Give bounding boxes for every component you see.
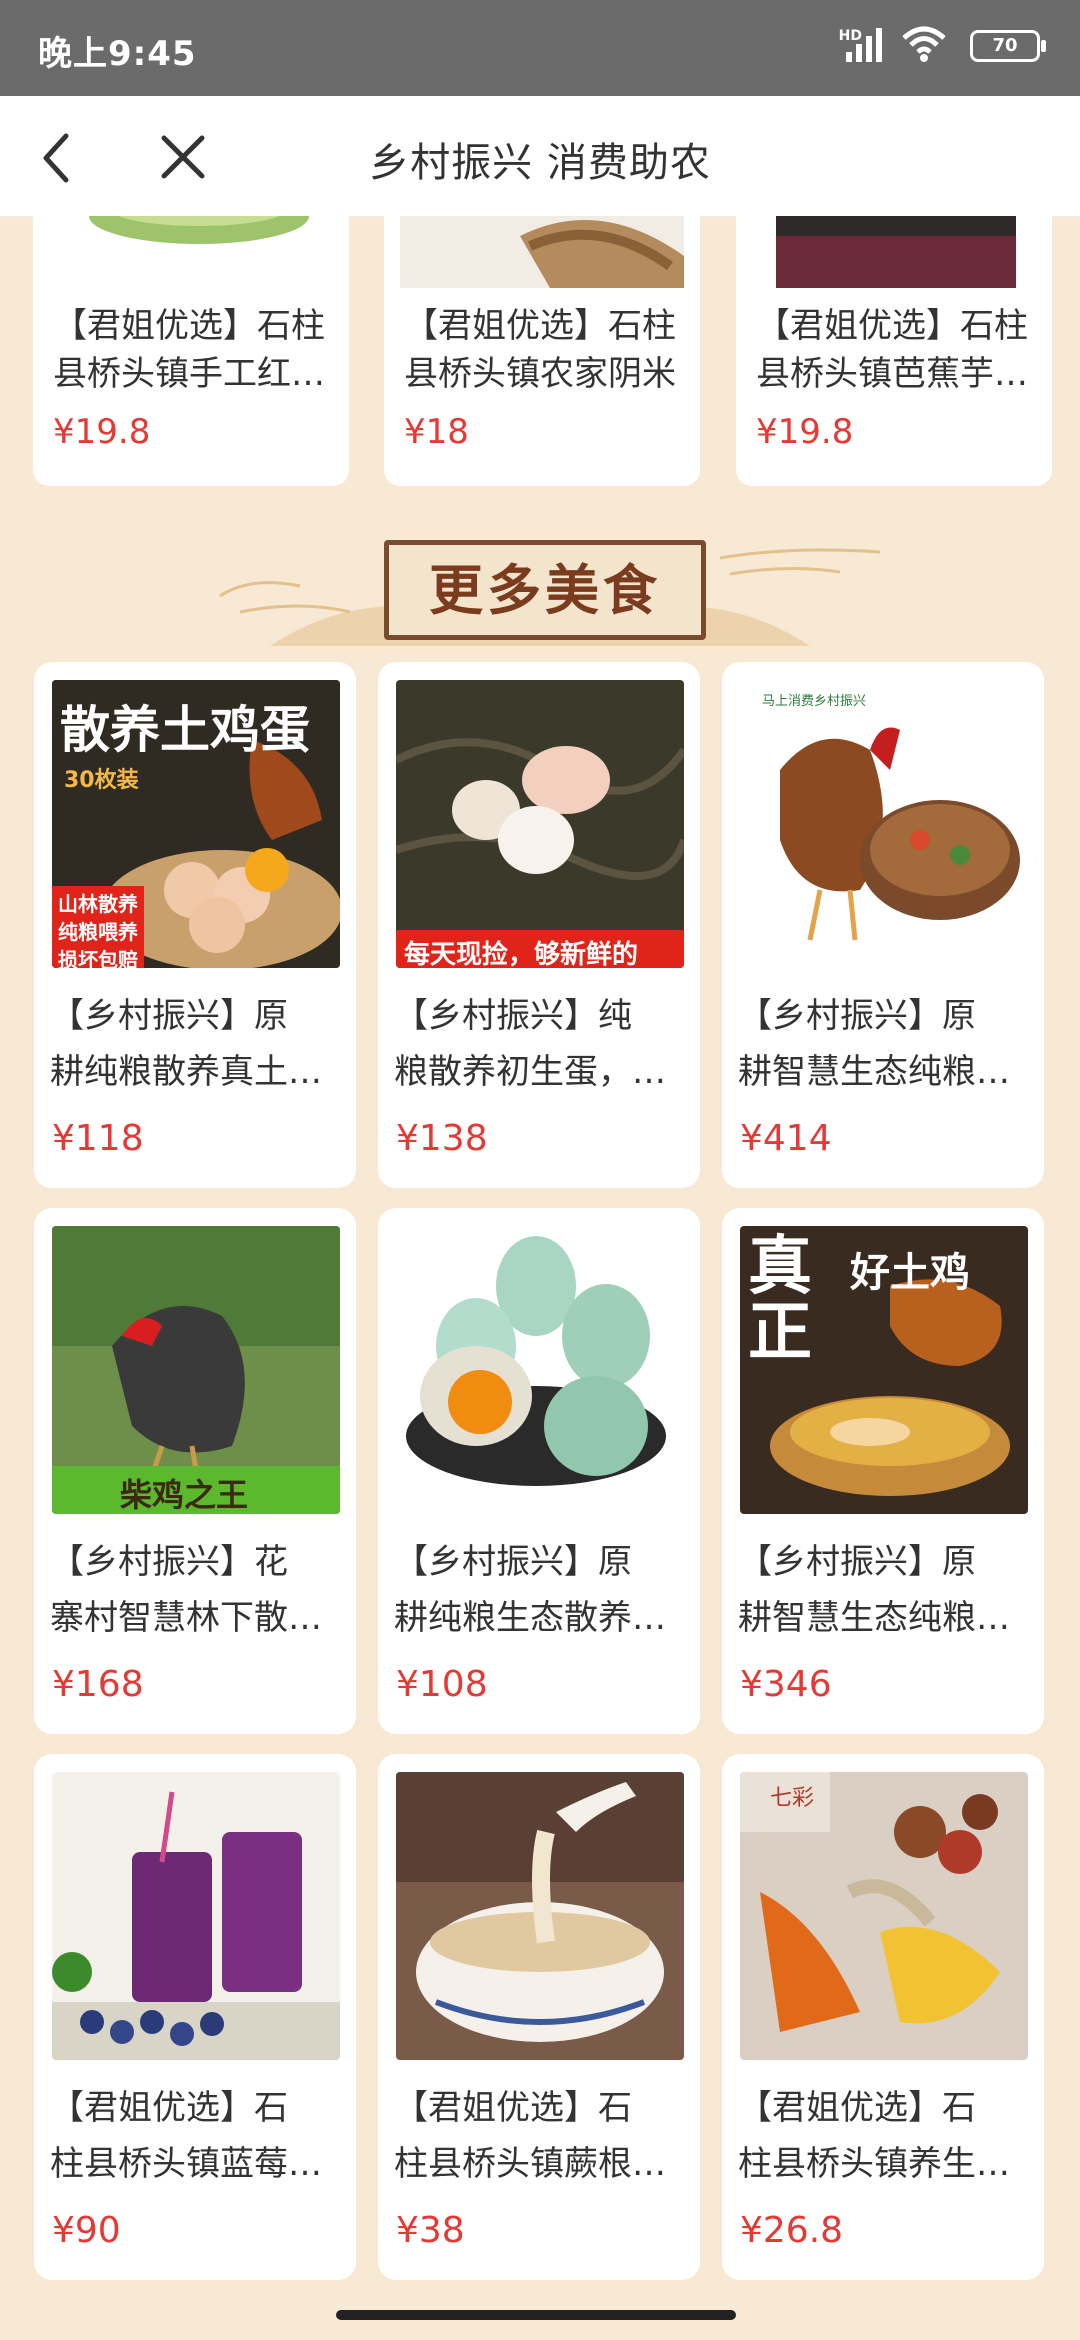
image-headline: 散养土鸡蛋 bbox=[60, 701, 310, 759]
product-price: ¥414 bbox=[740, 1118, 832, 1159]
image-banner: 每天现捡，够新鲜的 bbox=[404, 940, 639, 968]
product-price: ¥26.8 bbox=[740, 2210, 844, 2251]
image-banner: 柴鸡之王 bbox=[120, 1476, 249, 1514]
product-card[interactable]: 【乡村振兴】原 耕纯粮生态散养… ¥108 bbox=[378, 1208, 700, 1734]
status-time: 晚上9:45 bbox=[38, 34, 197, 74]
product-title: 【乡村振兴】原 耕纯粮散养真土… bbox=[50, 996, 322, 1092]
product-image bbox=[52, 1772, 340, 2060]
product-card[interactable]: 【君姐优选】石柱县桥头镇芭蕉芋… ¥19.8 bbox=[736, 216, 1052, 486]
product-card[interactable]: 马上消费乡村振兴 【乡村振兴】原 耕智慧生态纯粮… ¥414 bbox=[722, 662, 1044, 1188]
signal-icon bbox=[846, 28, 882, 62]
product-price: ¥168 bbox=[52, 1664, 144, 1705]
product-image bbox=[400, 216, 684, 288]
product-card[interactable]: 真正 好土鸡 【乡村振兴】原 耕智慧生态纯粮… ¥346 bbox=[722, 1208, 1044, 1734]
image-logo: 七彩 bbox=[770, 1786, 815, 1811]
product-image bbox=[49, 216, 333, 288]
product-price: ¥38 bbox=[396, 2210, 465, 2251]
product-price: ¥90 bbox=[52, 2210, 121, 2251]
home-indicator[interactable] bbox=[336, 2310, 736, 2320]
product-card[interactable]: 七彩 【君姐优选】石 柱县桥头镇养生… ¥26.8 bbox=[722, 1754, 1044, 2280]
image-logo: 马上消费乡村振兴 bbox=[762, 694, 867, 709]
wifi-icon bbox=[902, 26, 946, 62]
product-image: 马上消费乡村振兴 bbox=[740, 680, 1028, 968]
content-scroll-area[interactable]: 【君姐优选】石柱县桥头镇手工红… ¥19.8 【君姐优选】石柱县桥头镇农家阴米 … bbox=[0, 216, 1080, 2340]
product-card[interactable]: 【君姐优选】石柱县桥头镇手工红… ¥19.8 bbox=[33, 216, 349, 486]
page-title: 乡村振兴 消费助农 bbox=[369, 140, 711, 186]
product-title: 【乡村振兴】花 寨村智慧林下散… bbox=[50, 1542, 322, 1638]
product-title: 【君姐优选】石 柱县桥头镇蓝莓… bbox=[50, 2088, 322, 2184]
product-title: 【君姐优选】石柱县桥头镇农家阴米 bbox=[404, 306, 676, 394]
battery-icon: 70 bbox=[970, 30, 1046, 62]
product-title: 【君姐优选】石柱县桥头镇手工红… bbox=[53, 306, 325, 394]
product-card[interactable]: 每天现捡，够新鲜的 【乡村振兴】纯 粮散养初生蛋，… ¥138 bbox=[378, 662, 700, 1188]
product-title: 【君姐优选】石 柱县桥头镇蕨根… bbox=[394, 2088, 666, 2184]
product-image: 柴鸡之王 bbox=[52, 1226, 340, 1514]
product-image: 每天现捡，够新鲜的 bbox=[396, 680, 684, 968]
product-title: 【乡村振兴】原 耕智慧生态纯粮… bbox=[738, 1542, 1010, 1638]
product-image bbox=[752, 216, 1036, 288]
product-price: ¥118 bbox=[52, 1118, 144, 1159]
image-count: 30枚装 bbox=[64, 768, 139, 793]
image-headline: 好土鸡 bbox=[850, 1250, 970, 1296]
product-price: ¥346 bbox=[740, 1664, 832, 1705]
product-card[interactable]: 柴鸡之王 【乡村振兴】花 寨村智慧林下散… ¥168 bbox=[34, 1208, 356, 1734]
top-product-row: 【君姐优选】石柱县桥头镇手工红… ¥19.8 【君姐优选】石柱县桥头镇农家阴米 … bbox=[0, 216, 1080, 486]
product-price: ¥19.8 bbox=[53, 412, 151, 452]
status-bar: 晚上9:45 HD 70 bbox=[0, 0, 1080, 96]
product-card[interactable]: 【君姐优选】石柱县桥头镇农家阴米 ¥18 bbox=[384, 216, 700, 486]
product-title: 【君姐优选】石 柱县桥头镇养生… bbox=[738, 2088, 1010, 2184]
product-image: 真正 好土鸡 bbox=[740, 1226, 1028, 1514]
product-price: ¥19.8 bbox=[756, 412, 854, 452]
section-title: 更多美食 bbox=[384, 540, 706, 640]
product-image: 七彩 bbox=[740, 1772, 1028, 2060]
product-card[interactable]: 【君姐优选】石 柱县桥头镇蓝莓… ¥90 bbox=[34, 1754, 356, 2280]
product-price: ¥108 bbox=[396, 1664, 488, 1705]
product-card[interactable]: 散养土鸡蛋 30枚装 山林散养 纯粮喂养 损坏包赔 【乡村振兴】原 耕纯粮散养真土… bbox=[34, 662, 356, 1188]
product-price: ¥138 bbox=[396, 1118, 488, 1159]
product-title: 【君姐优选】石柱县桥头镇芭蕉芋… bbox=[756, 306, 1028, 394]
product-image: 散养土鸡蛋 30枚装 山林散养 纯粮喂养 损坏包赔 bbox=[52, 680, 340, 968]
title-bar: 乡村振兴 消费助农 bbox=[0, 96, 1080, 217]
product-title: 【乡村振兴】纯 粮散养初生蛋，… bbox=[394, 996, 666, 1092]
section-header: 更多美食 bbox=[0, 516, 1080, 656]
product-image bbox=[396, 1226, 684, 1514]
product-title: 【乡村振兴】原 耕纯粮生态散养… bbox=[394, 1542, 666, 1638]
image-tag: 损坏包赔 bbox=[52, 942, 144, 968]
product-title: 【乡村振兴】原 耕智慧生态纯粮… bbox=[738, 996, 1010, 1092]
image-big-text: 真正 bbox=[748, 1230, 812, 1370]
product-image bbox=[396, 1772, 684, 2060]
product-price: ¥18 bbox=[404, 412, 469, 452]
product-card[interactable]: 【君姐优选】石 柱县桥头镇蕨根… ¥38 bbox=[378, 1754, 700, 2280]
